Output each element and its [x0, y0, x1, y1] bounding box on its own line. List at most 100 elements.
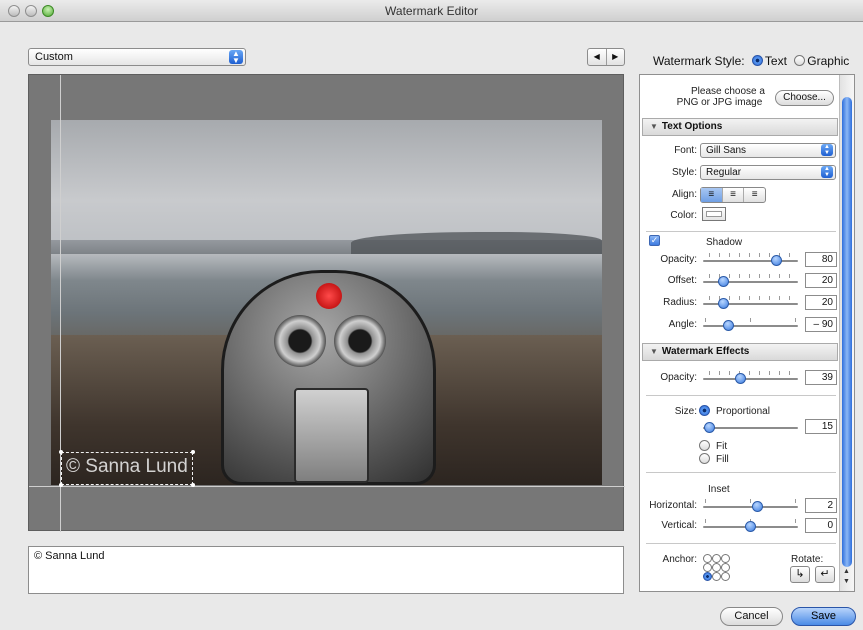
slider-knob[interactable]: [745, 521, 756, 532]
size-fill-radio[interactable]: [699, 453, 710, 464]
shadow-angle-field[interactable]: – 90: [805, 317, 837, 332]
effects-opacity-field[interactable]: 39: [805, 370, 837, 385]
panel-scrollbar[interactable]: ▲ ▼: [839, 75, 854, 591]
watermark-style-label: Watermark Style:: [653, 54, 745, 68]
inset-guide-horizontal: [29, 486, 625, 487]
shadow-angle-slider[interactable]: [703, 318, 798, 331]
shadow-opacity-slider[interactable]: [703, 253, 798, 266]
vertical-inset-field[interactable]: 0: [805, 518, 837, 533]
slider-tick: [759, 371, 760, 375]
size-fill-label[interactable]: Fill: [716, 454, 729, 465]
size-proportional-radio[interactable]: [699, 405, 710, 416]
size-fit-label[interactable]: Fit: [716, 441, 727, 452]
slider-tick: [789, 253, 790, 257]
rotate-counterclockwise-button[interactable]: ↵: [815, 566, 835, 583]
anchor-top-center[interactable]: [712, 554, 721, 563]
text-style-label[interactable]: Text: [765, 54, 787, 68]
dropdown-arrows-icon: ▲ ▼: [821, 144, 833, 156]
image-navigation: ◀ ▶: [587, 48, 625, 66]
align-left-icon[interactable]: ≡: [701, 188, 722, 202]
font-dropdown[interactable]: Gill Sans ▲ ▼: [700, 143, 836, 158]
divider: [646, 395, 836, 396]
resize-handle[interactable]: [191, 483, 195, 487]
inset-label: Inset: [708, 484, 730, 495]
slider-tick: [779, 371, 780, 375]
resize-handle[interactable]: [191, 450, 195, 454]
size-proportional-label[interactable]: Proportional: [716, 406, 770, 417]
save-button[interactable]: Save: [791, 607, 856, 626]
anchor-bottom-center[interactable]: [712, 572, 721, 581]
shadow-checkbox[interactable]: ✓: [649, 235, 660, 246]
anchor-middle-right[interactable]: [721, 563, 730, 572]
graphic-style-radio[interactable]: [794, 55, 806, 66]
anchor-top-right[interactable]: [721, 554, 730, 563]
scroll-down-icon[interactable]: ▼: [843, 578, 850, 585]
anchor-bottom-right[interactable]: [721, 572, 730, 581]
scroll-up-icon[interactable]: ▲: [843, 568, 850, 575]
shadow-offset-field[interactable]: 20: [805, 273, 837, 288]
resize-handle[interactable]: [59, 450, 63, 454]
resize-handle[interactable]: [59, 483, 63, 487]
align-right-icon[interactable]: ≡: [743, 188, 765, 202]
shadow-offset-slider[interactable]: [703, 274, 798, 287]
image-prompt: Please choose a PNG or JPG image: [674, 86, 765, 108]
slider-tick: [705, 519, 706, 523]
slider-tick: [795, 499, 796, 503]
choose-image-button[interactable]: Choose...: [775, 90, 834, 106]
slider-tick: [789, 274, 790, 278]
title-bar: Watermark Editor: [0, 0, 863, 22]
watermark-preview: © Sanna Lund: [28, 74, 625, 532]
slider-knob[interactable]: [735, 373, 746, 384]
size-slider[interactable]: [703, 422, 798, 433]
anchor-middle-left[interactable]: [703, 563, 712, 572]
size-field[interactable]: 15: [805, 419, 837, 434]
rotate-clockwise-button[interactable]: ↳: [790, 566, 810, 583]
preset-dropdown[interactable]: Custom ▲ ▼: [28, 48, 246, 66]
size-fit-radio[interactable]: [699, 440, 710, 451]
slider-tick: [779, 296, 780, 300]
text-options-header[interactable]: ▼ Text Options: [642, 118, 838, 136]
slider-tick: [795, 318, 796, 322]
slider-tick: [795, 519, 796, 523]
style-label: Style:: [671, 167, 697, 178]
watermark-overlay[interactable]: © Sanna Lund: [59, 450, 195, 487]
watermark-effects-header[interactable]: ▼ Watermark Effects: [642, 343, 838, 361]
color-well[interactable]: [702, 207, 726, 221]
shadow-opacity-field[interactable]: 80: [805, 252, 837, 267]
slider-knob[interactable]: [704, 422, 715, 433]
slider-tick: [719, 253, 720, 257]
slider-knob[interactable]: [718, 298, 729, 309]
text-style-radio[interactable]: [751, 55, 763, 66]
text-options-title: Text Options: [661, 121, 723, 132]
style-dropdown[interactable]: Regular ▲ ▼: [700, 165, 836, 180]
graphic-style-label[interactable]: Graphic: [807, 54, 849, 68]
slider-knob[interactable]: [718, 276, 729, 287]
scrollbar-thumb[interactable]: [842, 97, 852, 567]
anchor-center[interactable]: [712, 563, 721, 572]
slider-knob[interactable]: [723, 320, 734, 331]
image-prompt-line1: Please choose a: [691, 86, 765, 97]
shadow-radius-field[interactable]: 20: [805, 295, 837, 310]
cancel-button[interactable]: Cancel: [720, 607, 783, 626]
slider-knob[interactable]: [771, 255, 782, 266]
vertical-inset-slider[interactable]: [703, 519, 798, 532]
previous-image-button[interactable]: ◀: [588, 49, 606, 65]
horizontal-inset-slider[interactable]: [703, 499, 798, 512]
effects-opacity-slider[interactable]: [703, 371, 798, 384]
slider-knob[interactable]: [752, 501, 763, 512]
horizontal-inset-field[interactable]: 2: [805, 498, 837, 513]
slider-tick: [739, 296, 740, 300]
slider-tick: [749, 371, 750, 375]
image-prompt-line2: PNG or JPG image: [676, 97, 763, 108]
dropdown-arrows-icon: ▲ ▼: [229, 50, 243, 65]
anchor-top-left[interactable]: [703, 554, 712, 563]
slider-tick: [759, 274, 760, 278]
shadow-radius-slider[interactable]: [703, 296, 798, 309]
next-image-button[interactable]: ▶: [605, 49, 625, 65]
watermark-text-input[interactable]: © Sanna Lund: [28, 546, 624, 594]
anchor-bottom-left[interactable]: [703, 572, 712, 581]
align-center-icon[interactable]: ≡: [721, 188, 744, 202]
font-value: Gill Sans: [706, 145, 747, 156]
photo-red-button: [316, 283, 342, 309]
slider-tick: [739, 253, 740, 257]
